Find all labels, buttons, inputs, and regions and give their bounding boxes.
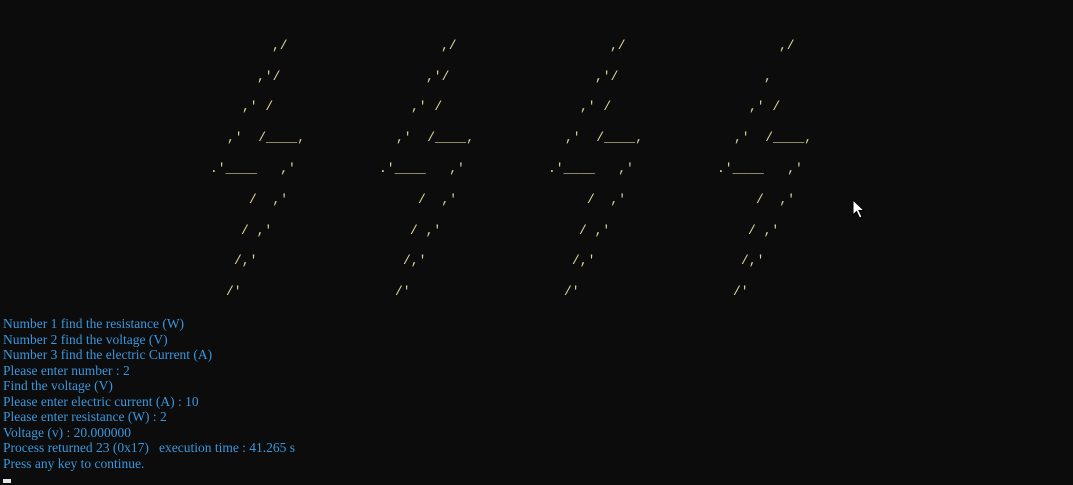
bolt-2-line-3: ,' / [411,99,443,114]
bolt-1-line-9: /' [226,284,242,299]
bolt-4-line-3: ,' / [749,99,781,114]
bolt-2-line-1: ,/ [441,38,457,53]
bolt-3-line-8: /,' [572,253,596,268]
bolt-3-line-9: /' [564,284,580,299]
bolt-3-line-4: ,' /____, [565,130,644,145]
number-prompt: Please enter number : 2 [3,362,130,378]
text-caret [3,479,11,483]
bolt-4-line-1: ,/ [779,38,795,53]
bolt-3-line-3: ,' / [580,99,612,114]
current-prompt: Please enter electric current (A) : 10 [3,393,199,409]
bolt-3-line-2: ,'/ [595,69,619,84]
bolt-1-line-7: / ,' [241,223,273,238]
console-window[interactable]: ,/ ,'/ ,' / ,' /____, .'____ ,' / ,' / ,' /,' /'… [0,0,1073,485]
bolt-4-line-9: /' [733,284,749,299]
process-status: Process returned 23 (0x17) execution tim… [3,440,296,455]
bolt-2-line-9: /' [395,284,411,299]
bolt-4-line-5: .'____ ,' [717,161,803,176]
bolt-3-line-5: .'____ ,' [548,161,634,176]
bolt-2-line-4: ,' /____, [396,130,475,145]
bolt-1-line-2: ,'/ [257,69,281,84]
menu-option-resistance: Number 1 find the resistance (W) [3,316,185,331]
bolt-4-line-4: ,' /____, [734,130,813,145]
continue-prompt: Press any key to continue. [3,455,145,471]
bolt-1-line-1: ,/ [272,38,288,53]
bolt-3-line-6: / ,' [587,192,627,207]
bolt-2-line-8: /,' [403,253,427,268]
bolt-2-line-2: ,'/ [426,69,450,84]
bolt-2-line-5: .'____ ,' [379,161,465,176]
bolt-1-line-8: /,' [234,253,258,268]
bolt-1-line-5: .'____ ,' [210,161,296,176]
voltage-result: Voltage (v) : 20.000000 [3,424,131,440]
bolt-4-line-7: / ,' [748,223,780,238]
bolt-1-line-3: ,' / [242,99,274,114]
menu-option-voltage: Number 2 find the voltage (V) [3,331,168,347]
console-output: Number 1 find the resistance (W) Number 2… [3,316,295,471]
bolt-1-line-6: / ,' [249,192,289,207]
bolt-4-line-2: , [764,69,772,84]
bolt-4-line-6: / ,' [756,192,796,207]
bolt-4-line-8: /,' [741,253,765,268]
mouse-pointer-icon [852,199,866,219]
bolt-2-line-6: / ,' [418,192,458,207]
bolt-3-line-7: / ,' [579,223,611,238]
mode-heading: Find the voltage (V) [3,378,113,393]
bolt-2-line-7: / ,' [410,223,442,238]
menu-option-current: Number 3 find the electric Current (A) [3,347,213,362]
bolt-1-line-4: ,' /____, [227,130,306,145]
resistance-prompt: Please enter resistance (W) : 2 [3,409,167,424]
bolt-3-line-1: ,/ [610,38,626,53]
